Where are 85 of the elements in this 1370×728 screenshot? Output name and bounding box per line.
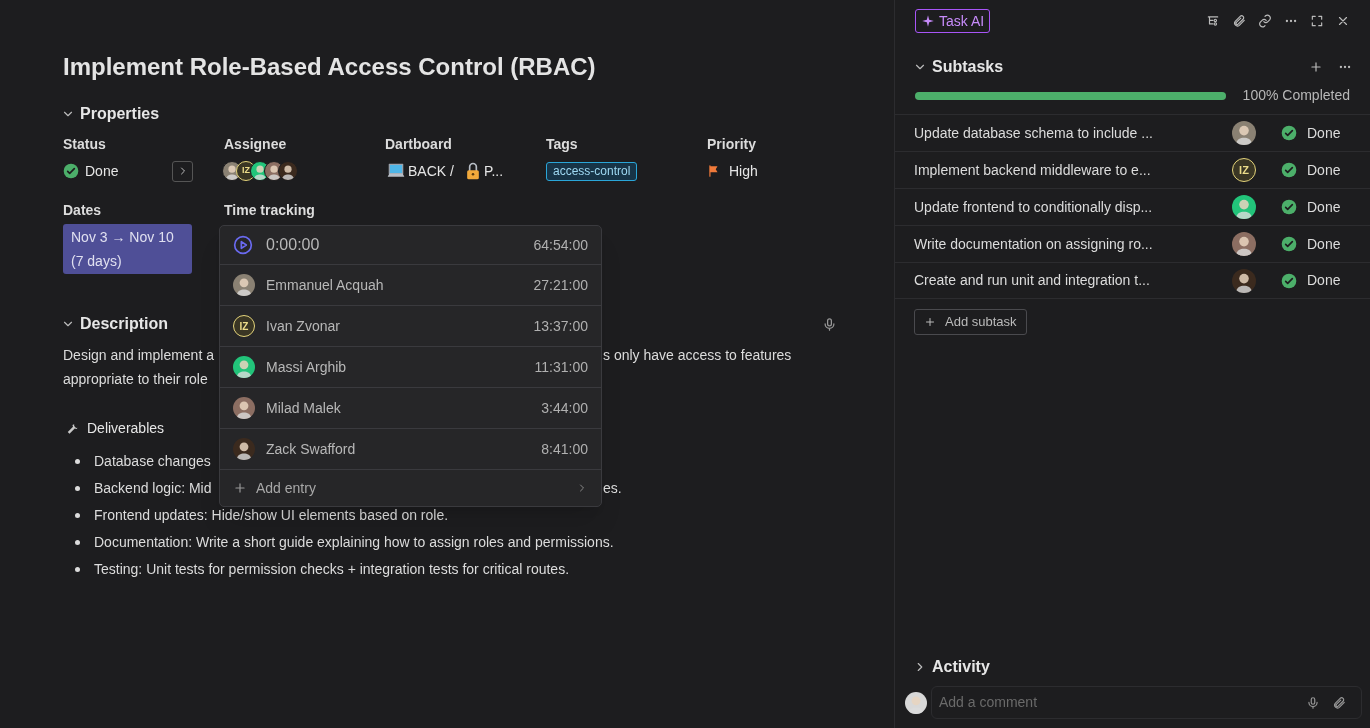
property-label: Dartboard: [385, 135, 453, 154]
plus-icon: [233, 481, 247, 495]
entry-time: 27:21:00: [533, 275, 588, 295]
subtask-row[interactable]: Create and run unit and integration t... Done: [895, 262, 1370, 299]
description-text: appropriate to their role: [63, 371, 208, 387]
entry-time: 3:44:00: [541, 398, 588, 418]
progress-text: 100% Completed: [1242, 86, 1350, 105]
subtask-title: Create and run unit and integration t...: [914, 271, 1151, 290]
plus-icon: [924, 316, 936, 328]
bullet-text: Documentation: Write a short guide explaining how to assign roles and permissions.: [94, 534, 614, 550]
tag[interactable]: access-control: [546, 161, 638, 181]
time-entry-row[interactable]: Milad Malek 3:44:00: [220, 388, 601, 429]
deliverables-heading: Deliverables: [87, 419, 165, 438]
subtask-status: Done: [1307, 160, 1341, 180]
property-label: Priority: [707, 135, 757, 154]
timer-value: 0:00:00: [266, 235, 321, 255]
status-value: Done: [85, 161, 119, 181]
subtask-title: Update frontend to conditionally disp...: [914, 197, 1154, 217]
plus-icon[interactable]: [1309, 60, 1323, 74]
subtask-status: Done: [1307, 197, 1341, 217]
entry-time: 11:31:00: [534, 357, 588, 377]
status-selector[interactable]: Done: [63, 160, 172, 182]
bullet-text: Database changes: [94, 453, 211, 469]
property-label: Time tracking: [224, 201, 316, 220]
entry-time: 8:41:00: [541, 439, 588, 459]
microphone-icon[interactable]: [1306, 695, 1320, 710]
avatar: IZ: [1232, 158, 1256, 182]
add-entry-row[interactable]: Add entry: [220, 470, 601, 506]
next-status-button[interactable]: [172, 160, 193, 182]
bullet-text: Frontend updates: Hide/show UI elements based on role.: [94, 507, 449, 523]
time-entry-row[interactable]: Emmanuel Acquah 27:21:00: [220, 265, 601, 306]
entry-name: Massi Arghib: [266, 357, 348, 377]
entry-name: Emmanuel Acquah: [266, 275, 385, 295]
time-entry-row[interactable]: Massi Arghib 11:31:00: [220, 347, 601, 388]
task-ai-button[interactable]: Task AI: [915, 9, 991, 33]
property-label: Tags: [546, 135, 579, 154]
subtask-title: Update database schema to include ...: [914, 123, 1154, 143]
entry-name: Zack Swafford: [266, 439, 357, 459]
section-heading: Description: [80, 314, 168, 334]
property-label: Assignee: [224, 135, 288, 154]
property-label: Dates: [63, 201, 103, 220]
bullet-text: Backend logic: Mid: [94, 480, 212, 496]
subtask-status: Done: [1307, 234, 1341, 254]
bullet-text: es.: [603, 480, 622, 496]
entry-time: 13:37:00: [533, 316, 588, 336]
sparkle-icon: [921, 14, 935, 28]
avatar: IZ: [233, 315, 255, 337]
time-entry-row[interactable]: Zack Swafford 8:41:00: [220, 429, 601, 470]
paperclip-icon[interactable]: [1232, 14, 1246, 28]
subtask-row[interactable]: Update database schema to include ... Done: [895, 114, 1370, 151]
total-time: 64:54:00: [533, 235, 588, 255]
date-range[interactable]: Nov 3 → Nov 10 (7 days): [63, 224, 192, 274]
assignee-avatars[interactable]: IZ: [222, 158, 385, 184]
entry-name: Milad Malek: [266, 398, 342, 418]
description-text: s only have access to features: [603, 347, 792, 363]
subtask-status: Done: [1307, 271, 1341, 290]
play-icon[interactable]: [233, 235, 253, 255]
priority-value[interactable]: High: [729, 160, 758, 182]
subtask-row[interactable]: Write documentation on assigning ro... Done: [895, 225, 1370, 262]
property-label: Status: [63, 135, 107, 154]
fullscreen-icon[interactable]: [1310, 14, 1324, 28]
dartboard-parent[interactable]: BACK /: [408, 160, 454, 182]
subtask-row[interactable]: Update frontend to conditionally disp... Done: [895, 188, 1370, 225]
subtask-status: Done: [1307, 123, 1341, 143]
subtask-title: Write documentation on assigning ro...: [914, 234, 1154, 254]
subtask-title: Implement backend middleware to e...: [914, 160, 1152, 180]
dartboard-child[interactable]: P...: [483, 160, 504, 182]
description-text: Design and implement a: [63, 347, 214, 363]
bullet-text: Testing: Unit tests for permission checks + integration tests for critical routes.: [94, 561, 570, 577]
add-entry-label: Add entry: [256, 478, 317, 498]
section-heading: Activity: [932, 657, 990, 677]
subtask-row[interactable]: Implement backend middleware to e... IZ Done: [895, 151, 1370, 188]
section-heading: Properties: [80, 104, 160, 124]
add-subtask-button[interactable]: Add subtask: [914, 309, 1027, 335]
task-title: Implement Role-Based Access Control (RBAC): [63, 52, 597, 82]
entry-name: Ivan Zvonar: [266, 316, 341, 336]
section-heading: Subtasks: [932, 57, 1005, 77]
comment-field[interactable]: Add a comment: [931, 686, 1362, 719]
microphone-icon[interactable]: [822, 316, 837, 332]
paperclip-icon[interactable]: [1332, 695, 1346, 710]
link-icon[interactable]: [1258, 14, 1272, 28]
close-icon[interactable]: [1336, 14, 1350, 28]
hierarchy-icon[interactable]: [1206, 14, 1220, 28]
time-entry-row[interactable]: IZ Ivan Zvonar 13:37:00: [220, 306, 601, 347]
comment-input[interactable]: Add a comment: [939, 692, 1306, 713]
